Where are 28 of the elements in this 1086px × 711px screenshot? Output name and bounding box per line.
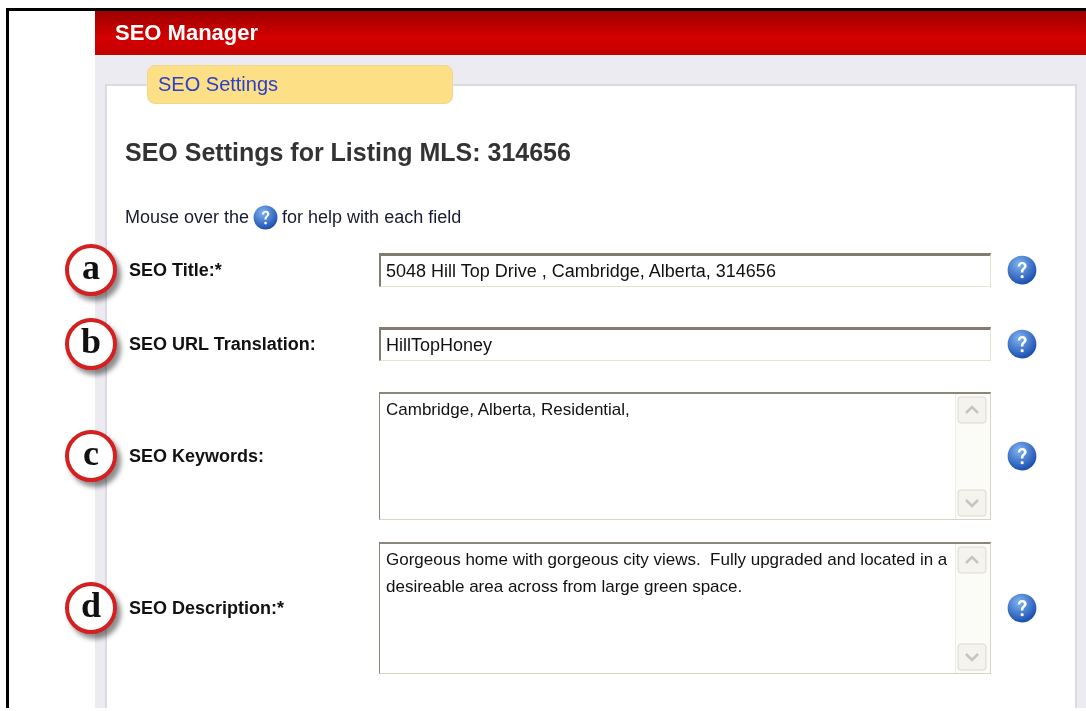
panel-title: SEO Manager (115, 20, 259, 46)
help-icon[interactable] (1007, 329, 1037, 359)
callout-marker: b (65, 318, 117, 370)
scrollbar[interactable] (955, 544, 990, 673)
input-field[interactable]: 5048 Hill Top Drive , Cambridge, Alberta, 314656 (379, 253, 991, 287)
section-heading: SEO Settings for Listing MLS: 314656 (125, 138, 572, 167)
input-field[interactable]: HillTopHoney (379, 327, 991, 361)
scroll-up-icon[interactable] (957, 546, 987, 574)
callout-marker: a (65, 244, 117, 296)
help-icon[interactable] (253, 205, 279, 230)
field-label: SEO Keywords: (128, 445, 266, 467)
field-label: SEO Description:* (128, 597, 286, 619)
scrollbar[interactable] (955, 394, 990, 519)
text-area[interactable]: Cambridge, Alberta, Residential, (379, 392, 991, 520)
scroll-up-icon[interactable] (957, 396, 987, 424)
help-hint: for help with each field (282, 207, 462, 228)
help-icon[interactable] (1007, 255, 1037, 285)
help-icon[interactable] (1007, 441, 1037, 471)
callout-marker: d (65, 582, 117, 634)
help-hint: Mouse over the (125, 207, 250, 228)
scroll-down-icon[interactable] (957, 643, 987, 671)
help-icon[interactable] (1007, 593, 1037, 623)
tab[interactable]: SEO Settings (147, 65, 454, 104)
field-label: SEO URL Translation: (128, 333, 317, 355)
callout-marker: c (65, 430, 117, 482)
scroll-down-icon[interactable] (957, 489, 987, 517)
field-label: SEO Title:* (128, 259, 223, 281)
text-area[interactable]: Gorgeous home with gorgeous city views. Fully upgraded and located in a desireable area across from large green space. (379, 542, 991, 674)
